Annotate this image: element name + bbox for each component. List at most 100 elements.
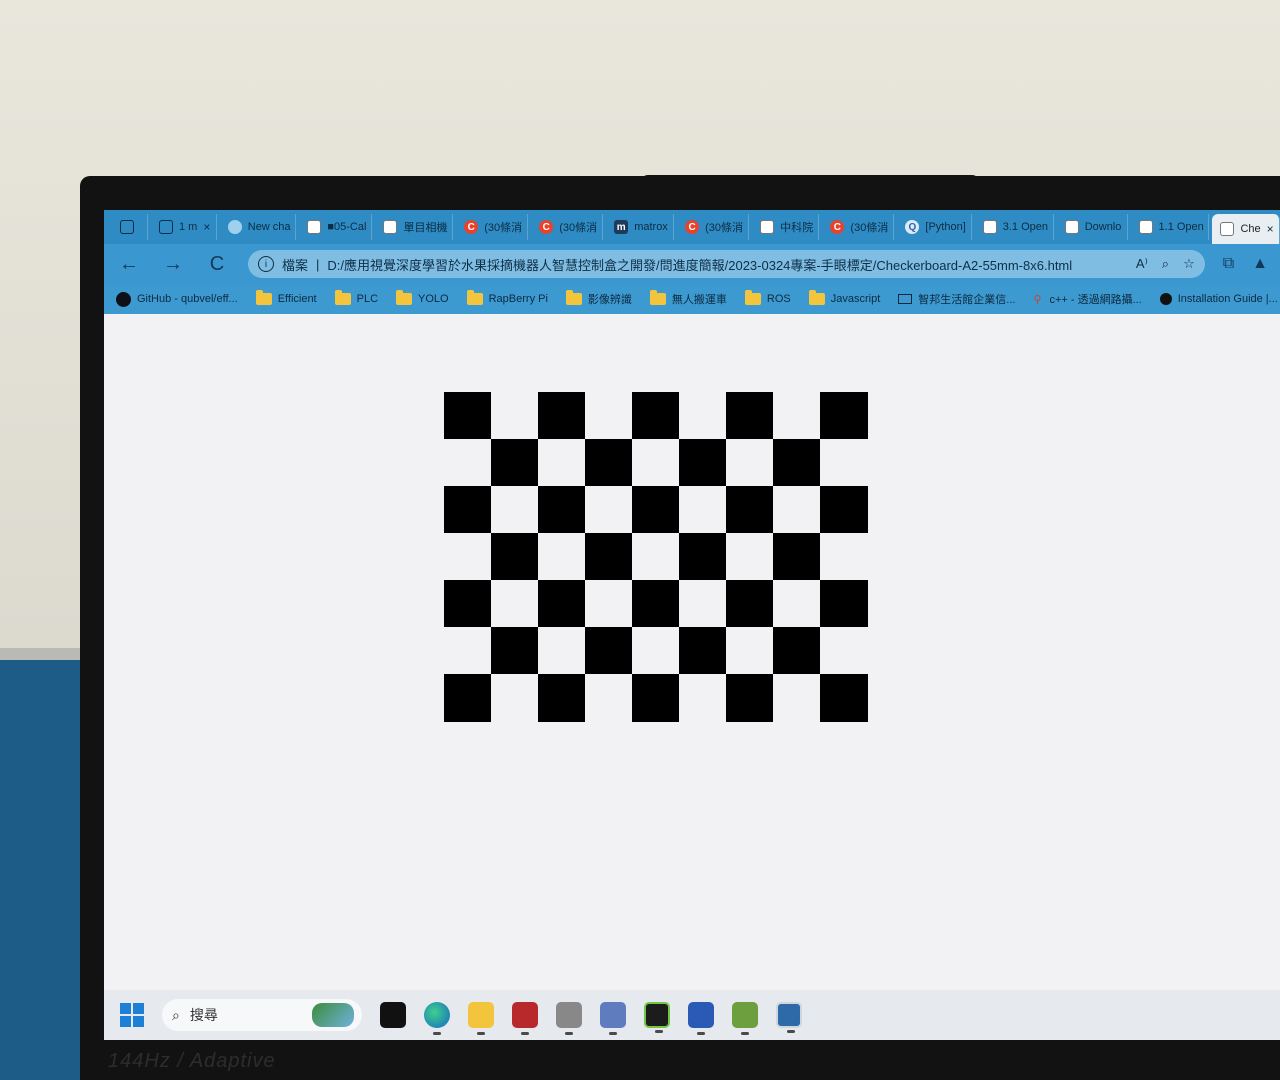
checker-square-dark [444,486,492,534]
read-aloud-icon[interactable]: A⁾ [1136,256,1148,272]
tab-label: Downlo [1084,221,1122,233]
forward-icon[interactable]: → [160,251,186,277]
bookmark-item[interactable]: YOLO [396,290,449,305]
network-app-icon[interactable] [600,1002,626,1035]
tab[interactable]: New cha [220,214,297,240]
checker-square-dark [538,392,586,440]
tab[interactable]: 1.1 Open [1131,214,1210,240]
address-scheme: 檔案 [282,257,309,273]
bookmark-item[interactable]: PLC [334,290,378,305]
checker-square-light [632,627,680,675]
checker-square-light [444,533,492,581]
checker-square-dark [679,533,727,581]
taskbar-search[interactable]: ⌕ 搜尋 [162,999,362,1031]
bookmark-item[interactable]: 智邦生活館企業信... [898,291,1015,307]
favorite-icon[interactable]: ☆ [1183,256,1195,272]
checker-square-light [585,580,633,628]
checker-square-dark [632,674,680,722]
checker-square-light [538,439,586,487]
page-icon [982,220,997,234]
address-bar[interactable]: i 檔案 | D:/應用視覺深度學習於水果採摘機器人智慧控制盒之開發/問進度簡報… [248,250,1205,278]
picture-app-icon[interactable] [776,1002,802,1033]
info-icon[interactable]: i [258,256,274,272]
address-url[interactable]: D:/應用視覺深度學習於水果採摘機器人智慧控制盒之開發/問進度簡報/2023-0… [327,255,1128,274]
checker-square-dark [820,486,868,534]
close-icon[interactable]: × [1267,222,1274,236]
tab-label: ■05-Cal [327,221,367,233]
tab[interactable]: Q [Python] [897,214,972,240]
tab-label: New cha [247,221,291,233]
bookmark-item[interactable]: ⚲ c++ - 透過網路攝... [1033,291,1141,307]
bookmark-item[interactable]: ROS [744,290,791,305]
checker-square-light [773,580,821,628]
bookmark-item[interactable]: RapBerry Pi [466,290,548,305]
task-view-app-icon[interactable] [380,1002,406,1028]
windows-start-icon[interactable] [120,1003,144,1027]
tab-label: 單目相機 [403,222,448,234]
checker-square-light [538,627,586,675]
tab-label: (30條消 [559,222,598,234]
checker-square-dark [491,627,539,675]
profile-icon[interactable]: ▲ [1252,255,1268,273]
close-icon[interactable]: × [203,220,210,234]
checker-square-light [820,439,868,487]
m-icon: m [614,220,629,234]
tab[interactable]: C (30條消 [677,214,750,240]
bookmark-item[interactable]: 影像辨識 [565,290,632,307]
book-icon [158,220,173,234]
tab-label: 3.1 Open [1002,221,1048,233]
bookmark-item[interactable]: Installation Guide |... [1159,293,1278,305]
word-app-icon[interactable] [688,1002,714,1035]
bookmark-item[interactable]: Javascript [808,290,880,305]
bookmark-item[interactable]: 無人搬運車 [649,290,727,307]
tab[interactable]: C (30條消 [456,214,529,240]
checker-square-light [679,674,727,722]
page-icon [1064,220,1079,234]
checker-square-light [491,580,539,628]
tab-label: [Python] [925,221,966,233]
tab[interactable]: C (30條消 [531,214,604,240]
bookmarks-bar: GitHub - qubvel/eff... Efficient PLC YOLO Ra… [104,284,1280,314]
tab[interactable]: 中科院 [752,214,820,240]
checker-square-light [726,439,774,487]
tab[interactable]: 3.1 Open [975,214,1054,240]
csdn-icon: C [539,220,554,234]
checker-square-light [820,533,868,581]
tab-active[interactable]: Che × [1212,214,1280,244]
checker-square-dark [632,486,680,534]
tab[interactable] [112,214,148,240]
checker-square-dark [820,580,868,628]
checker-square-dark [820,674,868,722]
folder-icon [744,290,761,305]
folder-icon [466,290,483,305]
checker-square-light [679,392,727,440]
checker-square-dark [538,674,586,722]
bookmark-item[interactable]: Efficient [255,290,317,305]
grey-app-icon[interactable] [556,1002,582,1035]
tab[interactable]: 單目相機 [375,214,454,240]
tab[interactable]: ■05-Cal [299,214,373,240]
tab[interactable]: Downlo [1057,214,1128,240]
tab[interactable]: m matrox [606,214,675,240]
bookmark-label: GitHub - qubvel/eff... [137,293,238,305]
red-app-icon[interactable] [512,1002,538,1035]
checker-square-light [585,674,633,722]
pycharm-app-icon[interactable] [644,1002,670,1033]
tab[interactable]: 1 m × [151,214,217,240]
checker-square-dark [444,674,492,722]
checker-square-light [679,486,727,534]
tool-app-icon[interactable] [732,1002,758,1035]
checker-square-light [679,580,727,628]
monitor-badge: 144Hz / Adaptive [108,1050,276,1072]
csdn-icon: C [685,220,700,234]
back-icon[interactable]: ← [116,251,142,277]
zoom-icon[interactable]: ⌕ [1162,256,1169,272]
tab[interactable]: C (30條消 [822,214,895,240]
collections-icon[interactable]: ⧉ [1223,255,1234,273]
address-actions: A⁾ ⌕ ☆ [1136,256,1195,272]
checker-square-dark [538,486,586,534]
edge-app-icon[interactable] [424,1002,450,1035]
file-explorer-app-icon[interactable] [468,1002,494,1035]
reload-icon[interactable]: C [204,251,230,277]
bookmark-item[interactable]: GitHub - qubvel/eff... [116,291,238,307]
